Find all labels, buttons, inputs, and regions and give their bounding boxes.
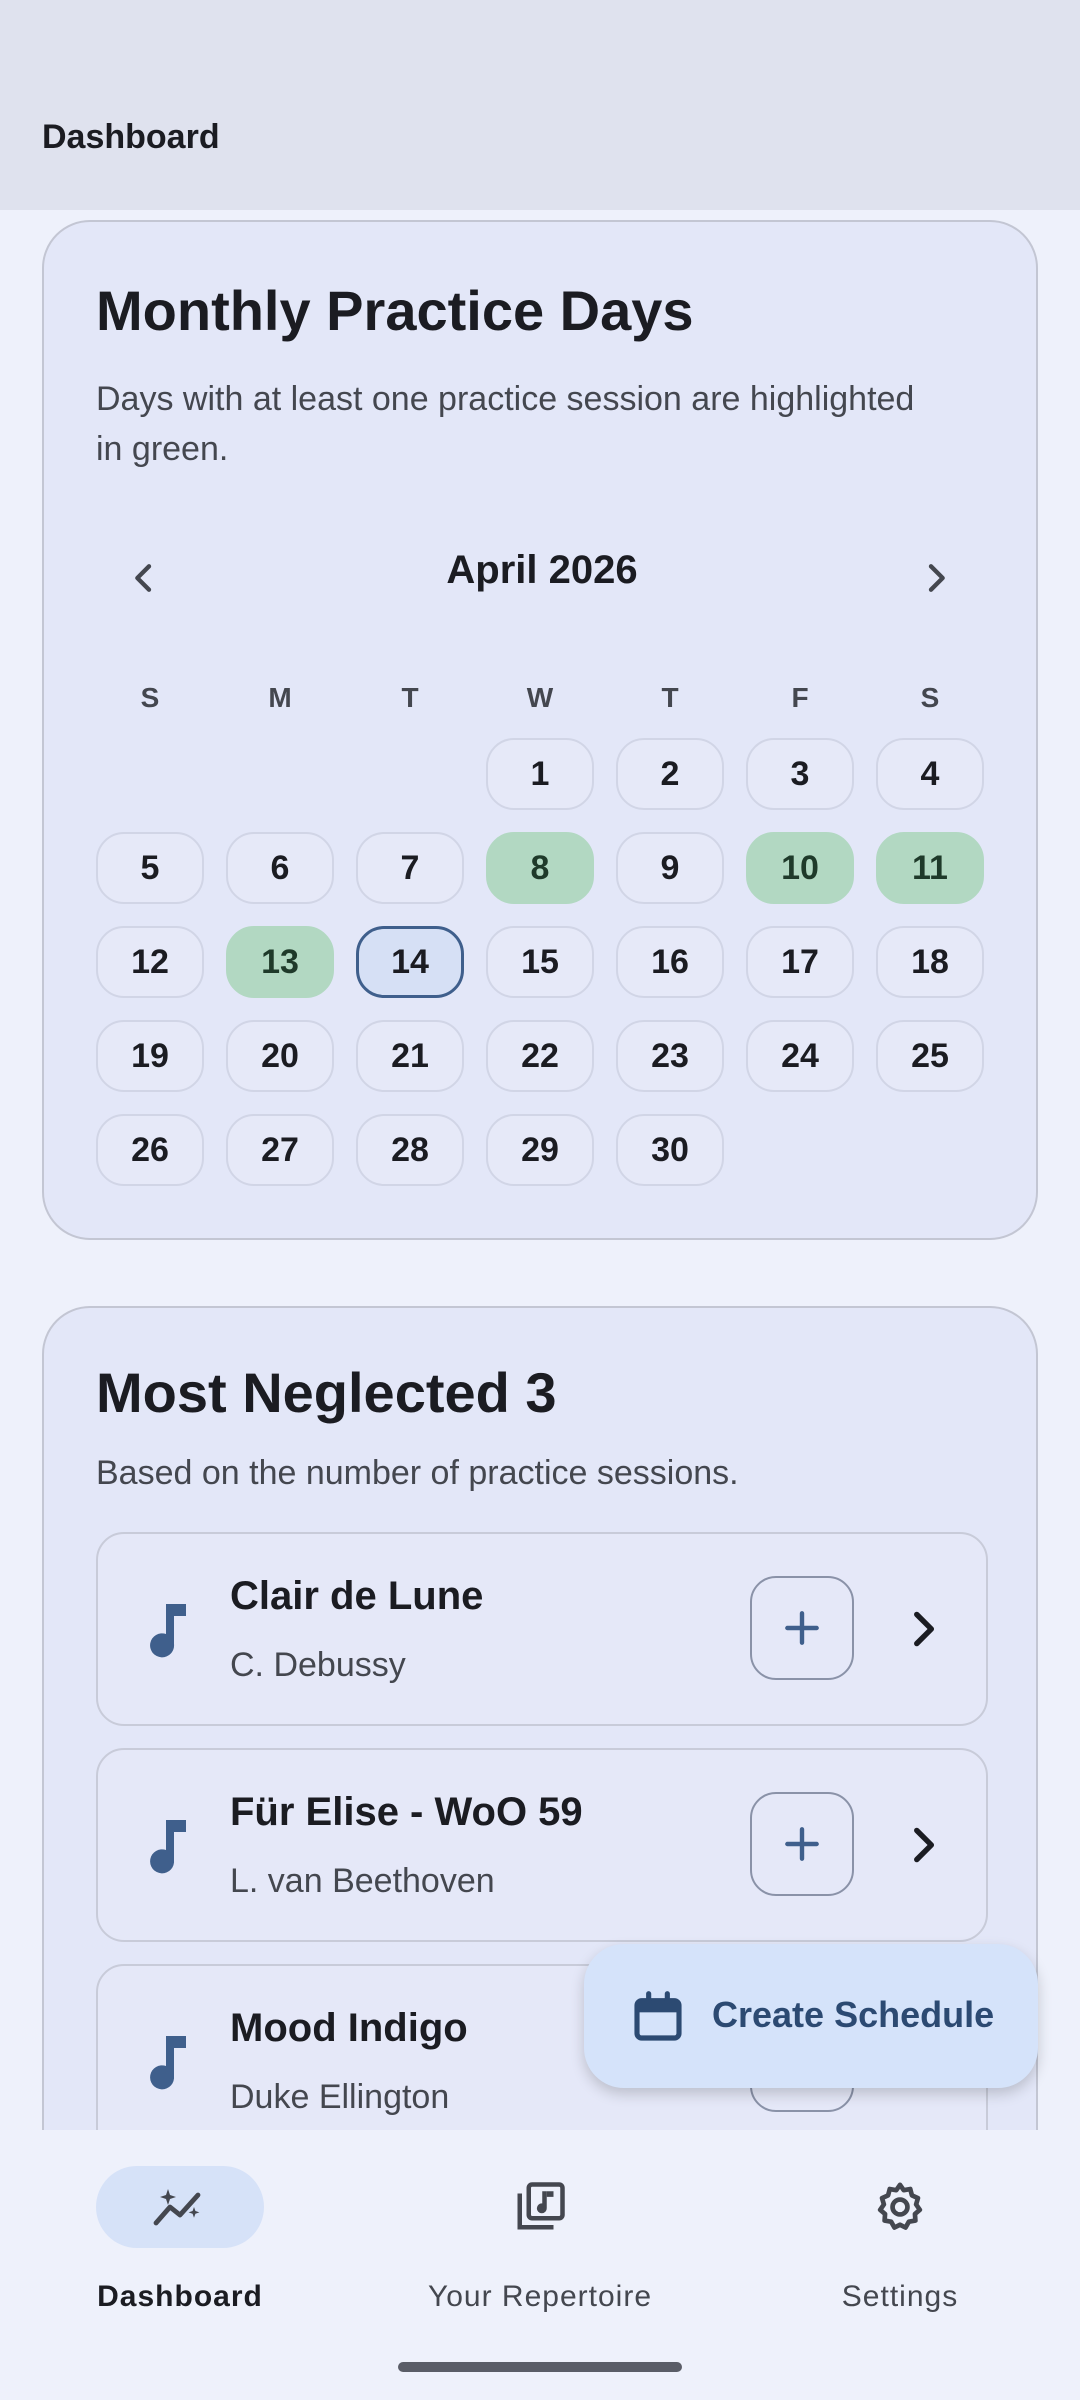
monthly-practice-title: Monthly Practice Days [96, 279, 694, 342]
calendar-day[interactable]: 18 [876, 926, 984, 998]
calendar-icon [634, 1991, 682, 2041]
add-session-button[interactable] [750, 1576, 854, 1680]
piece-title: Clair de Lune [230, 1574, 484, 1618]
nav-repertoire-label: Your Repertoire [427, 2280, 653, 2313]
calendar-day[interactable]: 21 [356, 1020, 464, 1092]
nav-your-repertoire[interactable]: Your Repertoire [390, 2166, 690, 2336]
calendar-day[interactable]: 24 [746, 1020, 854, 1092]
nav-repertoire-indicator [456, 2166, 624, 2248]
create-schedule-label: Create Schedule [712, 1994, 995, 2035]
weekday-label: F [791, 682, 809, 713]
monthly-practice-card: Monthly Practice Days Days with at least… [42, 220, 1038, 1240]
calendar-day[interactable]: 17 [746, 926, 854, 998]
calendar-day[interactable]: 8 [486, 832, 594, 904]
monthly-practice-subtitle: Days with at least one practice session … [96, 380, 915, 468]
calendar-day-grid: 1 2 3 4 5 6 7 8 9 10 11 12 13 14 15 16 17 18 19 20 21 22 23 24 2… [96, 738, 988, 1218]
calendar-day[interactable]: 28 [356, 1114, 464, 1186]
dashboard-content[interactable]: Monthly Practice Days Days with at least… [0, 210, 1080, 2130]
nav-dashboard-indicator [96, 2166, 264, 2248]
calendar-day[interactable]: 9 [616, 832, 724, 904]
app-bar: Dashboard [0, 0, 1080, 210]
nav-dashboard[interactable]: Dashboard [30, 2166, 330, 2336]
calendar-day[interactable]: 10 [746, 832, 854, 904]
next-month-button[interactable] [896, 538, 976, 618]
most-neglected-title: Most Neglected 3 [96, 1361, 557, 1424]
piece-title: Mood Indigo [230, 2006, 468, 2050]
chevron-right-icon [914, 1827, 935, 1863]
calendar-day[interactable]: 16 [616, 926, 724, 998]
weekday-header-row: SMTWTFS [96, 682, 988, 742]
music-note-icon [150, 1604, 186, 1658]
calendar-day[interactable]: 2 [616, 738, 724, 810]
calendar-day[interactable]: 26 [96, 1114, 204, 1186]
neglected-item[interactable]: Clair de Lune C. Debussy [96, 1532, 988, 1726]
weekday-label: M [268, 682, 292, 713]
calendar-day[interactable]: 25 [876, 1020, 984, 1092]
weekday-label: S [140, 682, 160, 713]
chevron-right-icon [914, 1611, 935, 1647]
piece-composer: C. Debussy [230, 1646, 406, 1684]
create-schedule-button[interactable]: Create Schedule [584, 1944, 1038, 2088]
nav-settings-label: Settings [841, 2280, 959, 2313]
piece-composer: Duke Ellington [230, 2078, 450, 2116]
calendar-day[interactable]: 30 [616, 1114, 724, 1186]
calendar-day[interactable]: 23 [616, 1020, 724, 1092]
weekday-label: S [920, 682, 940, 713]
piece-composer: L. van Beethoven [230, 1862, 495, 1900]
calendar-day[interactable]: 22 [486, 1020, 594, 1092]
calendar-day[interactable]: 6 [226, 832, 334, 904]
plus-icon [785, 1611, 819, 1645]
nav-settings-indicator [816, 2166, 984, 2248]
calendar-day[interactable]: 4 [876, 738, 984, 810]
calendar-day[interactable]: 11 [876, 832, 984, 904]
home-indicator[interactable] [398, 2362, 682, 2372]
most-neglected-subtitle: Based on the number of practice sessions… [96, 1454, 739, 1492]
chevron-right-icon [928, 564, 945, 592]
calendar-month-label: April 2026 [446, 548, 638, 592]
calendar-day[interactable]: 14 [356, 926, 464, 998]
nav-dashboard-label: Dashboard [97, 2280, 263, 2313]
bottom-navigation: Dashboard Your Repertoire Settings [0, 2130, 1080, 2400]
music-note-icon [150, 1820, 186, 1874]
calendar-day[interactable]: 27 [226, 1114, 334, 1186]
add-session-button[interactable] [750, 1792, 854, 1896]
calendar-day[interactable]: 19 [96, 1020, 204, 1092]
calendar-day[interactable]: 5 [96, 832, 204, 904]
weekday-label: T [401, 682, 419, 713]
nav-settings[interactable]: Settings [750, 2166, 1050, 2336]
calendar-day[interactable]: 7 [356, 832, 464, 904]
calendar-day[interactable]: 12 [96, 926, 204, 998]
insights-icon [153, 2189, 201, 2226]
calendar-day[interactable]: 1 [486, 738, 594, 810]
music-note-icon [150, 2036, 186, 2090]
calendar-day[interactable]: 15 [486, 926, 594, 998]
piece-title: Für Elise - WoO 59 [230, 1790, 583, 1834]
library-music-icon [517, 2182, 565, 2230]
neglected-item[interactable]: Für Elise - WoO 59 L. van Beethoven [96, 1748, 988, 1942]
weekday-label: T [661, 682, 679, 713]
weekday-label: W [526, 682, 554, 713]
plus-icon [785, 1827, 819, 1861]
calendar-day[interactable]: 3 [746, 738, 854, 810]
page-title: Dashboard [42, 118, 220, 156]
calendar-day[interactable]: 29 [486, 1114, 594, 1186]
calendar-day[interactable]: 20 [226, 1020, 334, 1092]
calendar-day[interactable]: 13 [226, 926, 334, 998]
gear-icon [877, 2182, 923, 2230]
